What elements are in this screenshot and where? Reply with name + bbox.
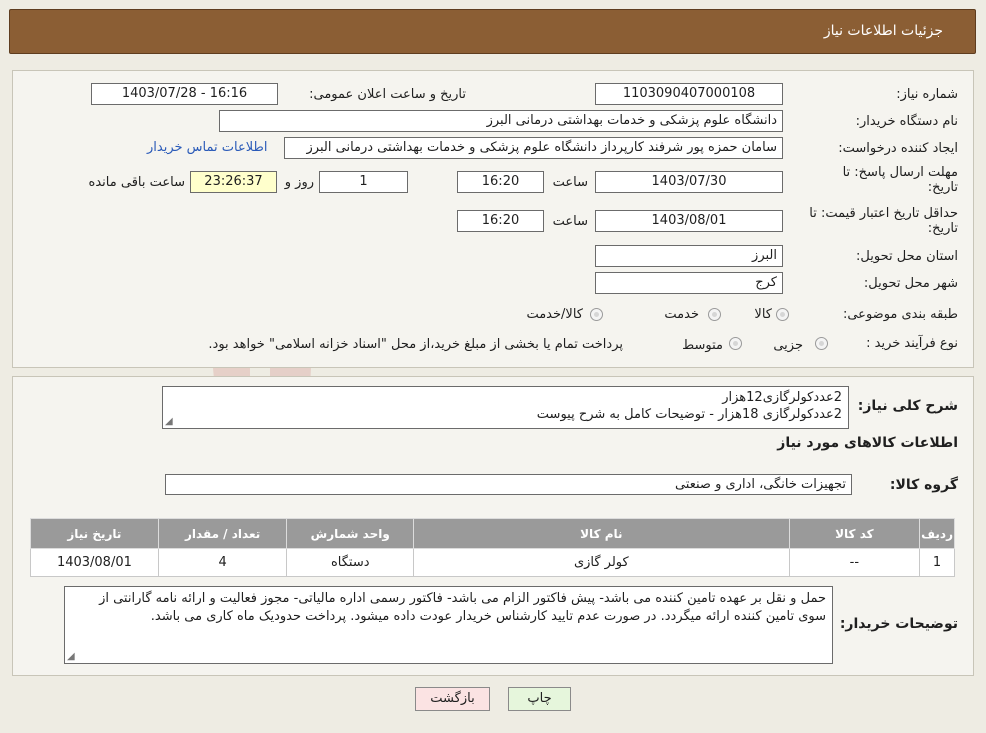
validity-time-field: 16:20 (457, 210, 544, 232)
buyer-org-label: نام دستگاه خریدار: (855, 114, 958, 129)
resize-grip-icon[interactable]: ◢ (67, 652, 75, 662)
buyer-notes-text: حمل و نقل بر عهده تامین کننده می باشد- پ… (99, 591, 826, 624)
process-note: پرداخت تمام یا بخشی از مبلغ خرید،از محل … (208, 337, 623, 352)
days-label: روز و (284, 175, 314, 190)
category-service-radio[interactable] (708, 308, 721, 321)
days-field: 1 (319, 171, 408, 193)
col-row-header: ردیف (919, 518, 955, 549)
print-button[interactable]: چاپ (508, 687, 571, 711)
need-number-field: 1103090407000108 (595, 83, 783, 105)
deadline-label: مهلت ارسال پاسخ: تا تاریخ: (843, 165, 958, 195)
process-label: نوع فرآیند خرید : (866, 336, 958, 351)
col-qty-header: تعداد / مقدار (157, 518, 288, 549)
cell-unit: دستگاه (286, 548, 415, 577)
category-service-label: خدمت (664, 307, 699, 322)
goods-group-label: گروه کالا: (889, 477, 958, 493)
resize-grip-icon[interactable]: ◢ (165, 417, 173, 427)
need-number-label: شماره نیاز: (896, 87, 958, 102)
process-minor-label: جزیی (773, 338, 803, 353)
validity-time-label: ساعت (552, 214, 588, 229)
category-goods-label: کالا (754, 307, 772, 322)
validity-label-line2: تاریخ: (927, 221, 958, 236)
category-label: طبقه بندی موضوعی: (842, 307, 958, 322)
city-label: شهر محل تحویل: (863, 276, 958, 291)
deadline-label-line1: مهلت ارسال پاسخ: تا (842, 165, 958, 180)
deadline-date-field: 1403/07/30 (595, 171, 783, 193)
creator-field: سامان حمزه پور شرفند کارپرداز دانشگاه عل… (284, 137, 783, 159)
table-row: 1 -- کولر گازی دستگاه 4 1403/08/01 (30, 548, 955, 577)
validity-date-field: 1403/08/01 (595, 210, 783, 232)
validity-label: حداقل تاریخ اعتبار قیمت: تا تاریخ: (809, 206, 958, 236)
col-unit-header: واحد شمارش (286, 518, 415, 549)
goods-group-field: تجهیزات خانگی، اداری و صنعتی (165, 474, 852, 495)
buyer-contact-link[interactable]: اطلاعات تماس خریدار (147, 140, 267, 155)
cell-date: 1403/08/01 (30, 548, 159, 577)
summary-label: شرح کلی نیاز: (857, 398, 958, 414)
category-both-label: کالا/خدمت (526, 307, 583, 322)
cell-code: -- (788, 548, 921, 577)
goods-table: ردیف کد کالا نام کالا واحد شمارش تعداد /… (30, 518, 955, 577)
col-code-header: کد کالا (788, 518, 921, 549)
process-minor-radio[interactable] (815, 337, 828, 350)
buyer-notes-textarea[interactable]: حمل و نقل بر عهده تامین کننده می باشد- پ… (64, 586, 833, 664)
province-field: البرز (595, 245, 783, 267)
buyer-org-field: دانشگاه علوم پزشکی و خدمات بهداشتی درمان… (219, 110, 783, 132)
city-field: کرج (595, 272, 783, 294)
province-label: استان محل تحویل: (856, 249, 958, 264)
col-name-header: نام کالا (413, 518, 790, 549)
remaining-label: ساعت باقی مانده (88, 175, 185, 190)
deadline-time-field: 16:20 (457, 171, 544, 193)
remaining-time-field: 23:26:37 (190, 171, 277, 193)
creator-label: ایجاد کننده درخواست: (838, 141, 958, 156)
table-header-row: ردیف کد کالا نام کالا واحد شمارش تعداد /… (30, 518, 955, 549)
goods-section-title: اطلاعات کالاهای مورد نیاز (777, 435, 958, 451)
announce-label: تاریخ و ساعت اعلان عمومی: (309, 87, 466, 102)
process-medium-radio[interactable] (729, 337, 742, 350)
validity-label-line1: حداقل تاریخ اعتبار قیمت: تا (809, 206, 958, 221)
cell-qty: 4 (157, 548, 288, 577)
announce-datetime-field: 1403/07/28 - 16:16 (91, 83, 278, 105)
category-both-radio[interactable] (590, 308, 603, 321)
page-title: جزئیات اطلاعات نیاز (823, 23, 943, 39)
cell-row: 1 (919, 548, 955, 577)
category-goods-radio[interactable] (776, 308, 789, 321)
back-button[interactable]: بازگشت (415, 687, 490, 711)
page-header: جزئیات اطلاعات نیاز (9, 9, 976, 54)
deadline-time-label: ساعت (552, 175, 588, 190)
deadline-label-line2: تاریخ: (927, 180, 958, 195)
buyer-notes-label: توضیحات خریدار: (839, 616, 958, 632)
summary-textarea[interactable]: 2عددکولرگازی12هزار 2عددکولرگازی 18هزار -… (162, 386, 849, 429)
summary-line-1: 2عددکولرگازی12هزار (722, 390, 842, 405)
summary-line-2: 2عددکولرگازی 18هزار - توضیحات کامل به شر… (536, 407, 842, 422)
col-date-header: تاریخ نیاز (30, 518, 159, 549)
cell-name: کولر گازی (413, 548, 790, 577)
process-medium-label: متوسط (682, 338, 723, 353)
